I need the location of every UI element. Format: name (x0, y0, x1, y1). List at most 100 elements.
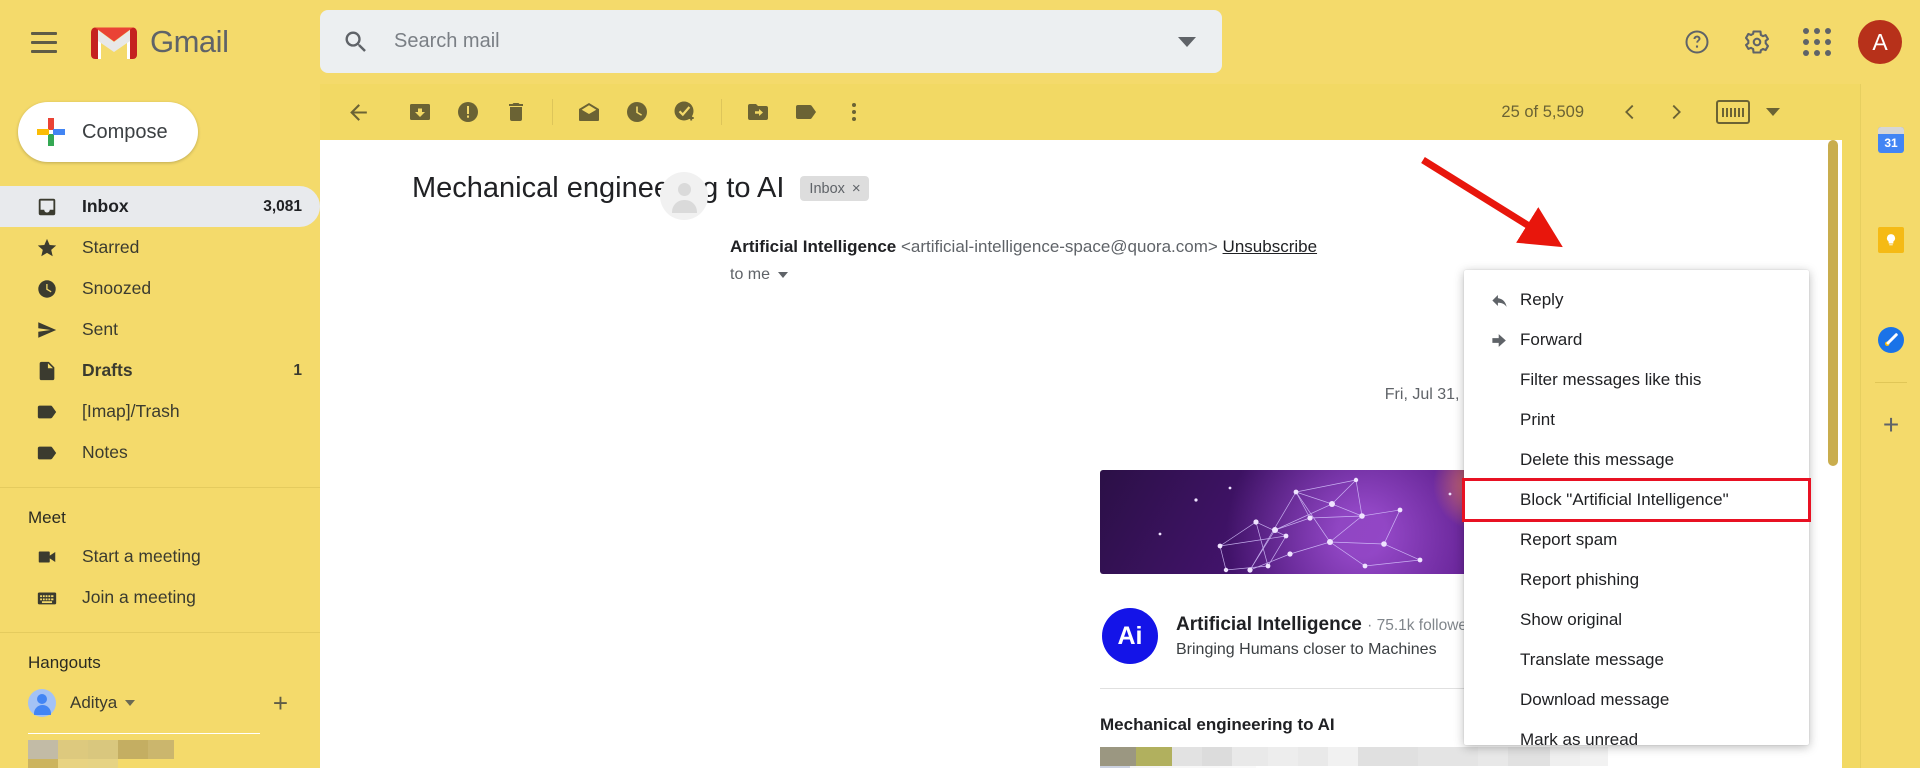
close-icon[interactable]: × (852, 180, 861, 197)
menu-item-reply[interactable]: Reply (1464, 280, 1809, 320)
reply-arrow-icon (1486, 291, 1512, 310)
sidebar-item-label: Starred (82, 237, 140, 257)
chevron-down-icon[interactable] (778, 272, 789, 278)
sidebar-item-count: 1 (293, 361, 302, 379)
sidebar-item-label: Notes (82, 442, 128, 462)
video-camera-icon (34, 544, 60, 570)
send-icon (34, 317, 60, 343)
chevron-left-icon[interactable] (1610, 92, 1650, 132)
help-icon[interactable] (1672, 17, 1722, 67)
calendar-day-number: 31 (1884, 136, 1898, 150)
sidebar-item-inbox[interactable]: Inbox 3,081 (0, 186, 320, 227)
menu-item-label: Report spam (1520, 530, 1618, 549)
inbox-icon (34, 194, 60, 220)
gmail-wordmark: Gmail (150, 24, 229, 59)
hangouts-user-name: Aditya (70, 693, 118, 712)
chevron-down-icon[interactable] (125, 700, 136, 706)
sidebar-item-label: Sent (82, 319, 118, 339)
snooze-clock-icon[interactable] (613, 88, 661, 136)
sidebar-item-snoozed[interactable]: Snoozed (0, 268, 320, 309)
sidebar-item-imap-trash[interactable]: [Imap]/Trash (0, 391, 320, 432)
compose-button[interactable]: Compose (18, 102, 198, 162)
hangouts-add-icon[interactable]: + (273, 690, 288, 716)
search-options-icon[interactable] (1178, 36, 1196, 47)
plus-icon: + (1882, 409, 1900, 440)
subject-row: Mechanical engineering to AI Inbox × (320, 140, 1842, 205)
hangouts-avatar (28, 689, 56, 717)
sidebar-item-drafts[interactable]: Drafts 1 (0, 350, 320, 391)
page-title: Mechanical engineering to AI (412, 172, 785, 204)
mark-unread-icon[interactable] (565, 88, 613, 136)
menu-item-report-phishing[interactable]: Report phishing (1464, 560, 1809, 600)
keyboard-icon (34, 585, 60, 611)
google-keep-icon[interactable] (1861, 212, 1920, 268)
sender-email: <artificial-intelligence-space@quora.com… (901, 237, 1218, 256)
chevron-right-icon[interactable] (1656, 92, 1696, 132)
sidebar-item-sent[interactable]: Sent (0, 309, 320, 350)
sender-info: Artificial Intelligence <artificial-inte… (730, 233, 1317, 284)
recipient-row[interactable]: to me (730, 266, 1317, 284)
menu-item-show-original[interactable]: Show original (1464, 600, 1809, 640)
add-to-tasks-icon[interactable] (661, 88, 709, 136)
scrollbar[interactable] (1826, 140, 1840, 768)
menu-item-label: Forward (1520, 330, 1583, 349)
unsubscribe-link[interactable]: Unsubscribe (1223, 237, 1318, 256)
menu-item-delete-message[interactable]: Delete this message (1464, 440, 1809, 480)
more-options-icon[interactable] (830, 88, 878, 136)
toolbar-divider (552, 99, 553, 125)
menu-item-label: Print (1520, 410, 1555, 429)
sidebar-item-notes[interactable]: Notes (0, 432, 320, 473)
header-actions: A (1672, 0, 1902, 84)
label-icon (34, 399, 60, 425)
publisher-avatar: Ai (1102, 608, 1158, 664)
menu-item-print[interactable]: Print (1464, 400, 1809, 440)
menu-item-filter-messages[interactable]: Filter messages like this (1464, 360, 1809, 400)
menu-item-label: Translate message (1520, 650, 1664, 669)
google-calendar-icon[interactable]: 31 (1861, 112, 1920, 168)
menu-item-label: Report phishing (1520, 570, 1640, 589)
move-to-folder-icon[interactable] (734, 88, 782, 136)
gmail-logo[interactable]: Gmail (90, 24, 229, 60)
archive-icon[interactable] (396, 88, 444, 136)
menu-item-download-message[interactable]: Download message (1464, 680, 1809, 720)
label-chip-inbox[interactable]: Inbox × (800, 176, 869, 201)
email-toolbar: 25 of 5,509 (320, 84, 1840, 140)
sidebar-item-start-meeting[interactable]: Start a meeting (0, 536, 320, 577)
menu-item-forward[interactable]: Forward (1464, 320, 1809, 360)
menu-item-label: Mark as unread (1520, 730, 1639, 749)
apps-grid-icon[interactable] (1792, 17, 1842, 67)
rail-divider (1874, 382, 1907, 383)
main-menu-icon[interactable] (20, 18, 68, 66)
avatar[interactable]: A (1858, 20, 1902, 64)
scrollbar-thumb[interactable] (1828, 140, 1838, 466)
chevron-down-icon[interactable] (1766, 108, 1780, 116)
back-arrow-icon[interactable] (334, 88, 382, 136)
input-tools-icon[interactable] (1716, 100, 1750, 124)
star-icon (34, 235, 60, 261)
menu-item-block-sender[interactable]: Block "Artificial Intelligence" (1462, 478, 1811, 522)
sidebar-nav: Inbox 3,081 Starred Snoozed Sent Drafts … (0, 186, 320, 473)
redacted-hangouts-contacts (28, 733, 320, 768)
labels-icon[interactable] (782, 88, 830, 136)
menu-item-label: Delete this message (1520, 450, 1675, 469)
menu-item-translate-message[interactable]: Translate message (1464, 640, 1809, 680)
label-chip-text: Inbox (809, 180, 845, 197)
sidebar-item-join-meeting[interactable]: Join a meeting (0, 577, 320, 618)
google-tasks-icon[interactable] (1861, 312, 1920, 368)
add-addon-icon[interactable]: + (1861, 397, 1920, 453)
hangouts-user[interactable]: Aditya + (0, 681, 320, 725)
plus-icon (34, 115, 68, 149)
report-spam-icon[interactable] (444, 88, 492, 136)
trash-icon[interactable] (492, 88, 540, 136)
search-bar[interactable] (320, 10, 1222, 73)
sidebar-item-label: Drafts (82, 360, 133, 380)
sidebar-item-starred[interactable]: Starred (0, 227, 320, 268)
clock-icon (34, 276, 60, 302)
left-sidebar: Compose Inbox 3,081 Starred Snoozed Sent… (0, 84, 320, 768)
menu-item-mark-as-unread[interactable]: Mark as unread (1464, 720, 1809, 760)
label-icon (34, 440, 60, 466)
search-input[interactable] (392, 29, 1178, 54)
gear-icon[interactable] (1732, 17, 1782, 67)
menu-item-report-spam[interactable]: Report spam (1464, 520, 1809, 560)
sidebar-item-count: 3,081 (263, 197, 302, 215)
